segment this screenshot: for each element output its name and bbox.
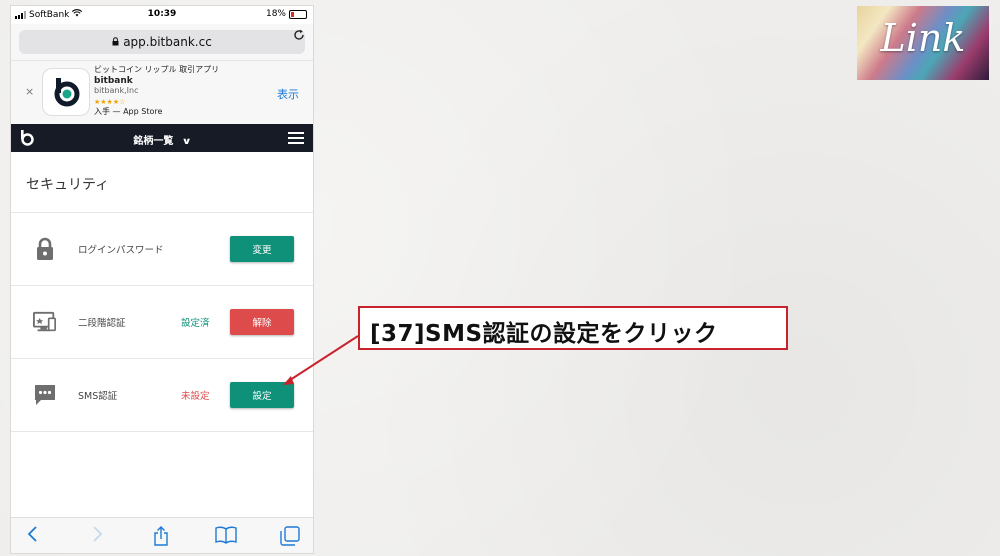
app-source: 入手 — App Store	[94, 107, 163, 116]
sms-icon	[33, 383, 57, 407]
bookmarks-icon[interactable]	[215, 526, 237, 548]
view-app-button[interactable]: 表示	[277, 86, 299, 102]
app-company: bitbank,Inc	[94, 86, 139, 95]
hamburger-menu-icon[interactable]	[288, 132, 304, 147]
tabs-icon[interactable]	[280, 526, 300, 550]
row-label: SMS認証	[78, 391, 118, 402]
app-store-banner: × ビットコイン リップル 取引アプリ bitbank bitbank,Inc …	[11, 60, 313, 126]
change-password-button[interactable]: 変更	[230, 236, 294, 262]
url-text: app.bitbank.cc	[123, 35, 212, 49]
setup-sms-button[interactable]: 設定	[230, 382, 294, 408]
row-login-password: ログインパスワード 変更	[11, 213, 313, 285]
app-name: bitbank	[94, 75, 133, 86]
chevron-down-icon: ∨	[181, 137, 193, 147]
browser-url-bar: app.bitbank.cc	[11, 24, 313, 60]
phone-screen: SoftBank 10:39 18% app.bitbank.cc × ビットコ…	[10, 5, 314, 554]
share-icon[interactable]	[152, 526, 170, 550]
divider	[11, 431, 313, 432]
app-header: 銘柄一覧 ∨	[11, 124, 313, 152]
two-factor-status: 設定済	[181, 318, 210, 329]
market-list-label: 銘柄一覧	[133, 136, 174, 147]
app-description: ビットコイン リップル 取引アプリ	[94, 65, 220, 74]
battery-icon	[289, 9, 307, 19]
bitbank-app-icon	[42, 68, 90, 116]
callout-text: [37]SMS認証の設定をクリック	[370, 321, 718, 347]
row-sms-auth: SMS認証 未設定 設定	[11, 359, 313, 431]
url-field[interactable]: app.bitbank.cc	[19, 30, 305, 54]
instruction-callout: [37]SMS認証の設定をクリック	[358, 306, 788, 350]
lock-small-icon	[112, 35, 119, 49]
reload-icon[interactable]	[293, 29, 305, 45]
rating-stars: ★★★★☆	[94, 97, 126, 106]
market-list-dropdown[interactable]: 銘柄一覧 ∨	[11, 132, 313, 147]
battery-percent: 18%	[265, 9, 286, 19]
lock-icon	[33, 237, 57, 261]
row-label: 二段階認証	[78, 318, 126, 329]
logo-text: Link	[880, 16, 966, 60]
row-label: ログインパスワード	[78, 245, 164, 256]
disable-two-factor-button[interactable]: 解除	[230, 309, 294, 335]
status-bar: SoftBank 10:39 18%	[11, 6, 313, 24]
close-banner-button[interactable]: ×	[25, 85, 34, 98]
security-page: セキュリティ ログインパスワード 変更 二段階認証 設定済 解除 SMS認証 未…	[11, 152, 313, 517]
back-icon[interactable]	[27, 526, 39, 546]
forward-icon[interactable]	[91, 526, 103, 546]
browser-toolbar	[11, 517, 313, 553]
link-logo: Link	[857, 6, 989, 80]
sms-status: 未設定	[181, 391, 210, 402]
two-factor-icon	[33, 310, 57, 334]
row-two-factor: 二段階認証 設定済 解除	[11, 286, 313, 358]
page-title: セキュリティ	[26, 177, 110, 193]
